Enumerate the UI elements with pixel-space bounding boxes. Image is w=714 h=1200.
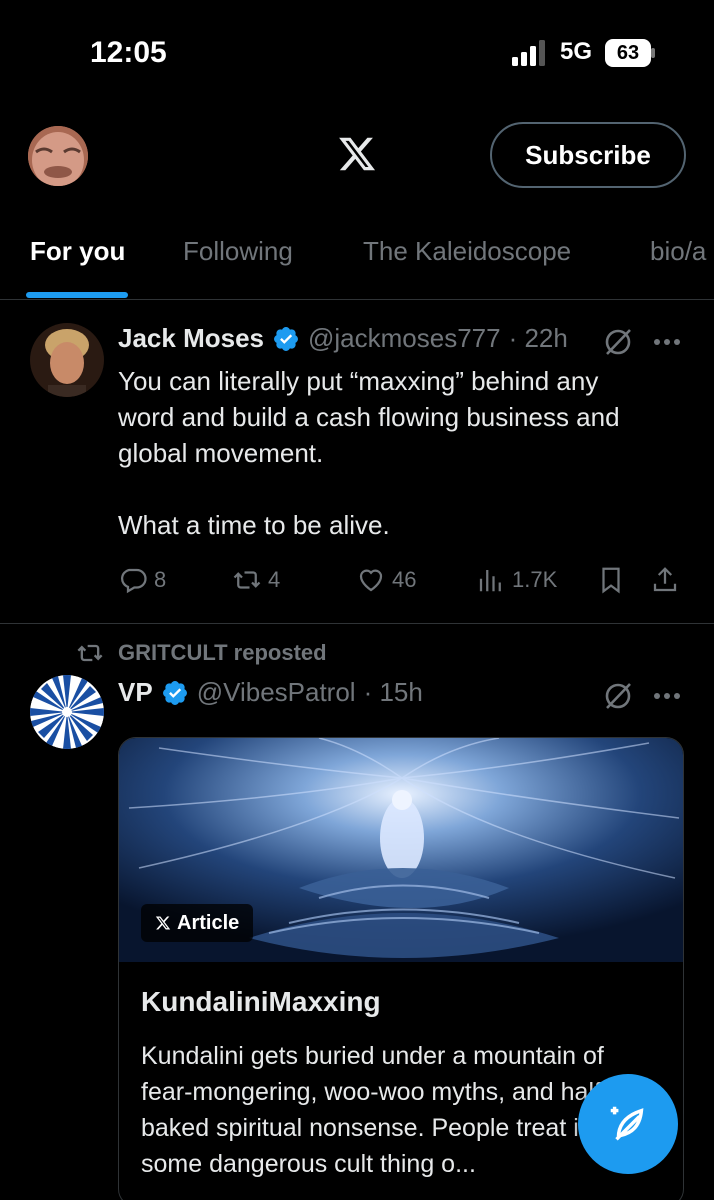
reply-count: 8 — [154, 567, 167, 592]
display-name[interactable]: VP — [118, 677, 153, 708]
views-button[interactable]: 1.7K — [476, 565, 557, 595]
network-type: 5G — [560, 38, 593, 65]
handle[interactable]: @VibesPatrol — [197, 677, 356, 708]
profile-avatar[interactable] — [28, 126, 88, 186]
timestamp: · 15h — [363, 677, 423, 707]
share-icon — [653, 567, 677, 592]
tweet-text-line: You can literally put “maxxing” behind a… — [118, 366, 599, 396]
timestamp: · 22h — [508, 323, 568, 353]
tab-the-kaleidoscope[interactable]: The Kaleidoscope — [363, 236, 571, 267]
tab-following[interactable]: Following — [183, 236, 293, 267]
tweet[interactable]: Jack Moses @jackmoses777 · 22h You can l… — [0, 301, 714, 624]
compose-post-button[interactable] — [578, 1074, 678, 1174]
grok-icon[interactable] — [603, 327, 633, 357]
like-count: 46 — [392, 567, 417, 592]
subscribe-button[interactable]: Subscribe — [490, 122, 686, 188]
tweet-text-line: What a time to be alive. — [118, 510, 390, 540]
repost-button[interactable]: 4 — [232, 565, 280, 595]
verified-badge-icon — [162, 680, 187, 705]
tweet-text-line: global movement. — [118, 438, 324, 468]
share-button[interactable] — [650, 565, 686, 595]
like-button[interactable]: 46 — [356, 565, 416, 595]
profile-avatar-image — [28, 126, 88, 186]
repost-icon — [233, 571, 261, 589]
spiral-logo-avatar — [30, 675, 104, 749]
tab-for-you[interactable]: For you — [30, 236, 125, 267]
repost-context: GRITCULT reposted — [76, 639, 327, 667]
display-name[interactable]: Jack Moses — [118, 323, 264, 354]
active-tab-indicator — [26, 292, 128, 298]
heart-icon — [359, 569, 383, 592]
tweet-text-line: word and build a cash flowing business a… — [118, 402, 620, 432]
bookmark-button[interactable] — [596, 565, 632, 595]
battery-icon: 63 — [605, 39, 655, 67]
article-badge: Article — [141, 904, 254, 942]
status-time: 12:05 — [90, 36, 167, 69]
timeline-tabs: For you Following The Kaleidoscope bio/a — [0, 210, 714, 300]
compose-feather-icon — [610, 1106, 644, 1141]
battery-tip — [651, 48, 655, 58]
article-badge-label: Article — [177, 911, 240, 934]
tweet-header: Jack Moses @jackmoses777 · 22h — [118, 323, 568, 354]
author-avatar[interactable] — [30, 675, 104, 749]
x-logo-icon — [339, 137, 376, 171]
x-logo-icon — [155, 916, 171, 930]
repost-icon — [77, 644, 103, 662]
author-avatar-image — [30, 323, 104, 397]
views-chart-icon — [479, 570, 501, 592]
tweet-header: VP @VibesPatrol · 15h — [118, 677, 423, 708]
status-bar: 12:05 5G 63 — [0, 0, 714, 100]
verified-badge-icon — [274, 326, 298, 351]
author-avatar[interactable] — [30, 323, 104, 397]
handle[interactable]: @jackmoses777 — [308, 323, 501, 354]
more-options-icon[interactable] — [653, 338, 681, 346]
reply-button[interactable]: 8 — [118, 565, 166, 595]
signal-strength-icon — [512, 40, 545, 66]
top-header: Subscribe — [0, 100, 714, 210]
views-count: 1.7K — [512, 567, 558, 592]
tweet-text: You can literally put “maxxing” behind a… — [118, 363, 678, 543]
more-options-icon[interactable] — [653, 692, 681, 700]
reply-icon — [121, 568, 147, 594]
grok-icon[interactable] — [603, 681, 633, 711]
repost-label[interactable]: GRITCULT reposted — [118, 640, 327, 666]
article-title[interactable]: KundaliniMaxxing — [141, 986, 381, 1018]
tab-bio[interactable]: bio/a — [650, 236, 706, 267]
repost-count: 4 — [268, 567, 281, 592]
tweet-actions: 8 4 46 1.7K — [118, 565, 688, 605]
bookmark-icon — [602, 567, 620, 594]
battery-level: 63 — [605, 39, 651, 67]
